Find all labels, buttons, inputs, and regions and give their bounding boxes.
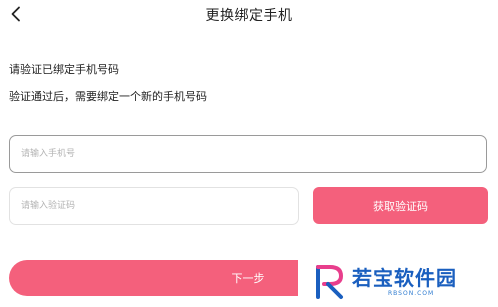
watermark: 若宝软件园 RBSON.COM bbox=[298, 255, 498, 307]
code-input[interactable] bbox=[10, 188, 298, 224]
phone-input[interactable] bbox=[10, 136, 486, 172]
watermark-text: 若宝软件园 bbox=[352, 266, 457, 290]
watermark-sub: RBSON.COM bbox=[388, 290, 435, 297]
get-code-button[interactable]: 获取验证码 bbox=[313, 187, 488, 224]
verify-hint: 验证通过后，需要绑定一个新的手机号码 bbox=[9, 90, 207, 103]
rbson-logo-icon bbox=[316, 265, 344, 299]
phone-field bbox=[9, 135, 487, 173]
verify-prompt: 请验证已绑定手机号码 bbox=[9, 63, 119, 76]
page-title: 更换绑定手机 bbox=[205, 8, 293, 24]
change-phone-page: 更换绑定手机 请验证已绑定手机号码 验证通过后，需要绑定一个新的手机号码 获取验… bbox=[0, 0, 498, 307]
code-field bbox=[9, 187, 299, 225]
